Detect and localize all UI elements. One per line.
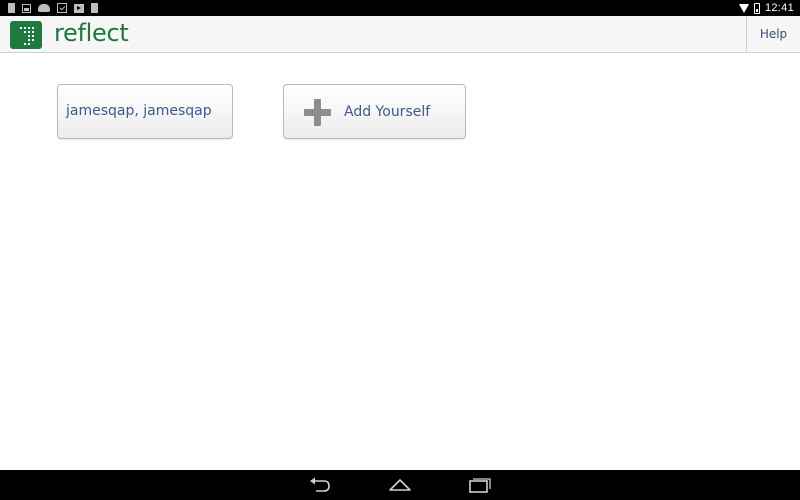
logo-dot (32, 35, 34, 37)
calendar-check-icon (57, 3, 67, 13)
sd-card-icon (91, 3, 98, 13)
logo-dot (32, 39, 34, 41)
navigation-bar (0, 470, 800, 500)
help-button[interactable]: Help (746, 16, 800, 52)
image-icon (22, 3, 31, 13)
logo-dot (20, 27, 22, 29)
logo-dot (28, 31, 30, 33)
status-bar: 12:41 (0, 0, 800, 16)
play-store-icon (74, 3, 84, 13)
sd-card-icon (8, 3, 15, 13)
user-profile-label: jamesqap, jamesqap (66, 103, 212, 119)
cloud-upload-icon (38, 4, 50, 12)
recent-apps-icon[interactable] (469, 477, 491, 493)
logo-dot (24, 31, 26, 33)
home-icon[interactable] (388, 477, 412, 493)
logo-dot (24, 43, 26, 45)
add-yourself-label: Add Yourself (344, 104, 431, 120)
logo-dot (32, 31, 34, 33)
notification-icons (8, 2, 98, 14)
app-title: reflect (54, 19, 129, 47)
logo-dot (24, 27, 26, 29)
logo-dot (28, 35, 30, 37)
logo-dot (32, 27, 34, 29)
logo-dot (28, 27, 30, 29)
logo-dot (28, 43, 30, 45)
plus-icon (304, 99, 331, 126)
action-bar: reflect Help (0, 16, 800, 53)
app-logo-icon (10, 21, 42, 49)
logo-dot (28, 39, 30, 41)
clock: 12:41 (764, 2, 794, 14)
back-icon[interactable] (309, 477, 331, 493)
system-icons: 12:41 (738, 1, 794, 15)
user-profile-button[interactable]: jamesqap, jamesqap (57, 84, 233, 139)
add-yourself-button[interactable]: Add Yourself (283, 84, 466, 139)
battery-icon (753, 2, 760, 14)
wifi-icon (738, 3, 749, 13)
